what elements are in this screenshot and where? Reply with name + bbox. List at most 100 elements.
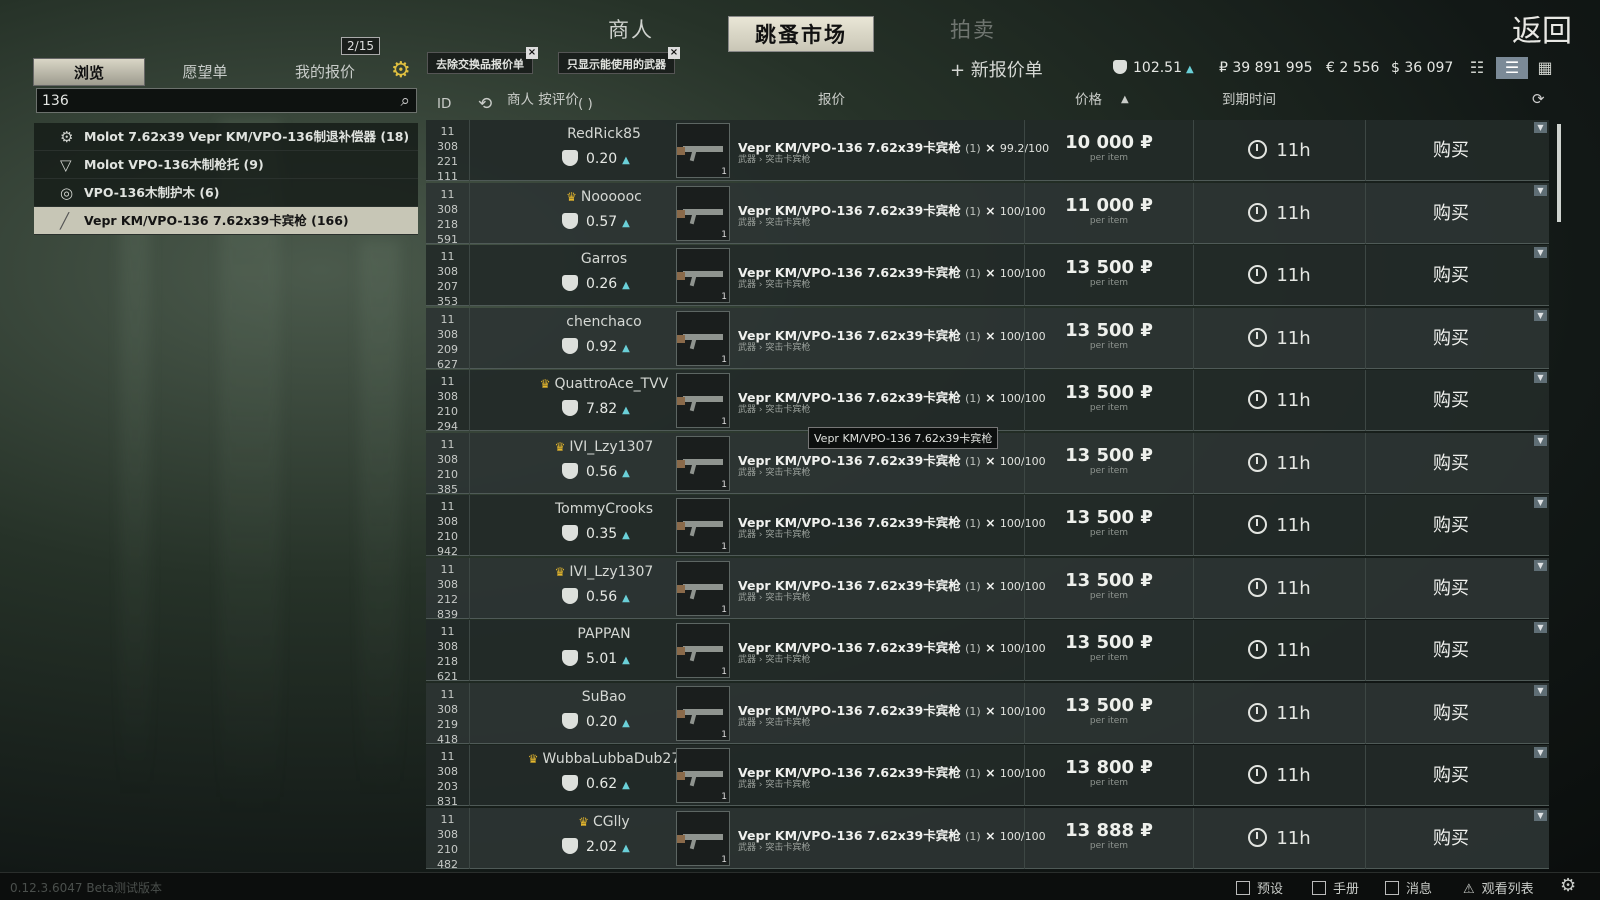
item-thumbnail[interactable]: 1	[676, 810, 730, 866]
seller-name[interactable]: SuBao	[514, 689, 694, 705]
view-grid-icon[interactable]: ▦	[1534, 57, 1556, 79]
new-offer-button[interactable]: + 新报价单	[950, 56, 1043, 82]
filter-functional-only[interactable]: 只显示能使用的武器 ×	[558, 47, 680, 74]
back-button[interactable]: 返回	[1512, 6, 1572, 50]
seller-name[interactable]: RedRick85	[514, 126, 694, 142]
seller-name[interactable]: ♛ Noooooc	[514, 189, 694, 205]
refresh-list-icon[interactable]: ⟳	[1532, 90, 1545, 108]
buy-button[interactable]: 购买	[1366, 495, 1536, 556]
buy-button[interactable]: 购买	[1366, 183, 1536, 244]
buy-button[interactable]: 购买	[1366, 433, 1536, 494]
offer-row[interactable]: 11 308 219 418 SuBao 0.20 ▲ 1 Vepr KM/VPO…	[426, 682, 1549, 746]
price-cell: 13 500 ₽ per item	[1024, 620, 1194, 681]
offer-row[interactable]: 11 308 210 942 TommyCrooks 0.35 ▲ 1 Vepr …	[426, 495, 1549, 558]
chevron-down-icon[interactable]: ▼	[1534, 809, 1547, 821]
chevron-down-icon[interactable]: ▼	[1534, 684, 1547, 696]
item-thumbnail[interactable]: 1	[676, 560, 730, 616]
item-thumbnail[interactable]: 1	[676, 185, 730, 241]
item-thumbnail[interactable]: 1	[676, 310, 730, 366]
item-thumbnail[interactable]: 1	[676, 748, 730, 803]
search-icon[interactable]: ⌕	[400, 91, 410, 111]
chevron-down-icon[interactable]: ▼	[1534, 434, 1547, 446]
seller-name[interactable]: ♛ IVI_Lzy1307	[514, 564, 694, 580]
offer-row[interactable]: 11 308 221 111 RedRick85 0.20 ▲ 1 Vepr KM…	[426, 120, 1549, 183]
tab-browse[interactable]: 浏览	[33, 58, 145, 86]
offer-row[interactable]: 11 308 209 627 chenchaco 0.92 ▲ 1 Vepr KM…	[426, 307, 1549, 371]
chevron-down-icon[interactable]: ▼	[1534, 372, 1547, 383]
tab-auction[interactable]: 拍卖	[950, 14, 996, 44]
close-icon[interactable]: ×	[668, 47, 680, 59]
buy-button[interactable]: 购买	[1366, 370, 1536, 431]
header-price[interactable]: 价格	[1075, 88, 1102, 108]
scrollbar[interactable]	[1557, 124, 1561, 222]
watchlist-button[interactable]: ⚠ 观看列表	[1463, 878, 1534, 897]
seller-name[interactable]: ♛ QuattroAce_TVV	[514, 376, 694, 392]
buy-button[interactable]: 购买	[1366, 745, 1536, 806]
chevron-down-icon[interactable]: ▼	[1534, 309, 1547, 321]
buy-button[interactable]: 购买	[1366, 808, 1536, 869]
offer-row[interactable]: 11 308 212 839 ♛ IVI_Lzy1307 0.56 ▲ 1 Vepr…	[426, 557, 1549, 621]
chevron-down-icon[interactable]: ▼	[1534, 747, 1547, 758]
seller-name[interactable]: PAPPAN	[514, 626, 694, 642]
category-item-stock[interactable]: ▽ Molot VPO-136木制枪托 (9)	[34, 151, 418, 179]
offer-row[interactable]: 11 308 203 831 ♛ WubbaLubbaDub27 0.62 ▲ 1 …	[426, 745, 1549, 808]
header-expires[interactable]: 到期时间	[1222, 88, 1276, 108]
chevron-down-icon[interactable]: ▼	[1534, 497, 1547, 508]
sort-asc-icon[interactable]: ▲	[1121, 94, 1129, 105]
offer-row[interactable]: 11 308 207 353 Garros 0.26 ▲ 1 Vepr KM/VP…	[426, 245, 1549, 308]
chevron-down-icon[interactable]: ▼	[1534, 184, 1547, 196]
category-item-carbine[interactable]: ╱ Vepr KM/VPO-136 7.62x39卡宾枪 (166)	[34, 207, 418, 235]
shield-icon	[562, 462, 578, 479]
offer-row[interactable]: 11 308 218 621 PAPPAN 5.01 ▲ 1 Vepr KM/VP…	[426, 620, 1549, 683]
search-input[interactable]	[37, 89, 377, 112]
buy-button[interactable]: 购买	[1366, 308, 1536, 369]
item-thumbnail[interactable]: 1	[676, 123, 730, 178]
tab-flea-market[interactable]: 跳蚤市场	[728, 16, 874, 52]
category-item-handguard[interactable]: ◎ VPO-136木制护木 (6)	[34, 179, 418, 207]
messages-button[interactable]: 消息	[1385, 878, 1432, 897]
seller-name[interactable]: ♛ CGlly	[514, 814, 694, 830]
settings-icon[interactable]: ⚙	[1560, 875, 1576, 896]
buy-button[interactable]: 购买	[1366, 120, 1536, 181]
seller-name[interactable]: chenchaco	[514, 314, 694, 330]
times-icon: ×	[985, 202, 996, 218]
filter-remove-barter[interactable]: 去除交换品报价单 ×	[427, 47, 538, 74]
chevron-down-icon[interactable]: ▼	[1534, 559, 1547, 571]
item-thumbnail[interactable]: 1	[676, 435, 730, 491]
offer-row[interactable]: 11 308 210 482 ♛ CGlly 2.02 ▲ 1 Vepr KM/VP…	[426, 807, 1549, 871]
buy-button[interactable]: 购买	[1366, 683, 1536, 744]
tab-wishlist[interactable]: 愿望单	[160, 58, 250, 86]
item-thumbnail[interactable]: 1	[676, 685, 730, 741]
offer-row[interactable]: 11 308 210 294 ♛ QuattroAce_TVV 7.82 ▲ 1 V…	[426, 370, 1549, 433]
price-cell: 13 500 ₽ per item	[1024, 682, 1194, 744]
seller-name[interactable]: Garros	[514, 251, 694, 267]
refresh-icon[interactable]: ⟲	[478, 94, 492, 114]
buy-button[interactable]: 购买	[1366, 620, 1536, 681]
settings-gear-icon[interactable]: ⚙	[391, 60, 413, 82]
tab-traders[interactable]: 商人	[608, 14, 654, 44]
category-item-muzzle[interactable]: ⚙ Molot 7.62x39 Vepr KM/VPO-136制退补偿器 (18)	[34, 123, 418, 151]
per-item-label: per item	[1089, 153, 1129, 163]
item-thumbnail[interactable]: 1	[676, 248, 730, 303]
seller-name[interactable]: ♛ WubbaLubbaDub27	[514, 751, 694, 767]
item-thumbnail[interactable]: 1	[676, 498, 730, 553]
buy-button[interactable]: 购买	[1366, 558, 1536, 619]
chevron-down-icon[interactable]: ▼	[1534, 247, 1547, 258]
offer-id-line: 11	[440, 750, 455, 763]
tab-my-offers[interactable]: 我的报价	[280, 58, 370, 86]
close-icon[interactable]: ×	[526, 47, 538, 59]
view-compact-icon[interactable]: ☷	[1466, 57, 1488, 79]
handbook-button[interactable]: 手册	[1312, 878, 1359, 897]
offer-row[interactable]: 11 308 218 591 ♛ Noooooc 0.57 ▲ 1 Vepr KM/…	[426, 182, 1549, 246]
seller-name[interactable]: ♛ IVI_Lzy1307	[514, 439, 694, 455]
header-id[interactable]: ID	[437, 96, 451, 112]
seller-name[interactable]: TommyCrooks	[514, 501, 694, 517]
presets-button[interactable]: 预设	[1236, 878, 1283, 897]
item-thumbnail[interactable]: 1	[676, 623, 730, 678]
item-thumbnail[interactable]: 1	[676, 373, 730, 428]
chevron-down-icon[interactable]: ▼	[1534, 622, 1547, 633]
chevron-down-icon[interactable]: ▼	[1534, 122, 1547, 133]
header-seller[interactable]: 商人 按评价	[507, 88, 579, 108]
buy-button[interactable]: 购买	[1366, 245, 1536, 306]
view-list-icon[interactable]: ☰	[1496, 57, 1528, 79]
